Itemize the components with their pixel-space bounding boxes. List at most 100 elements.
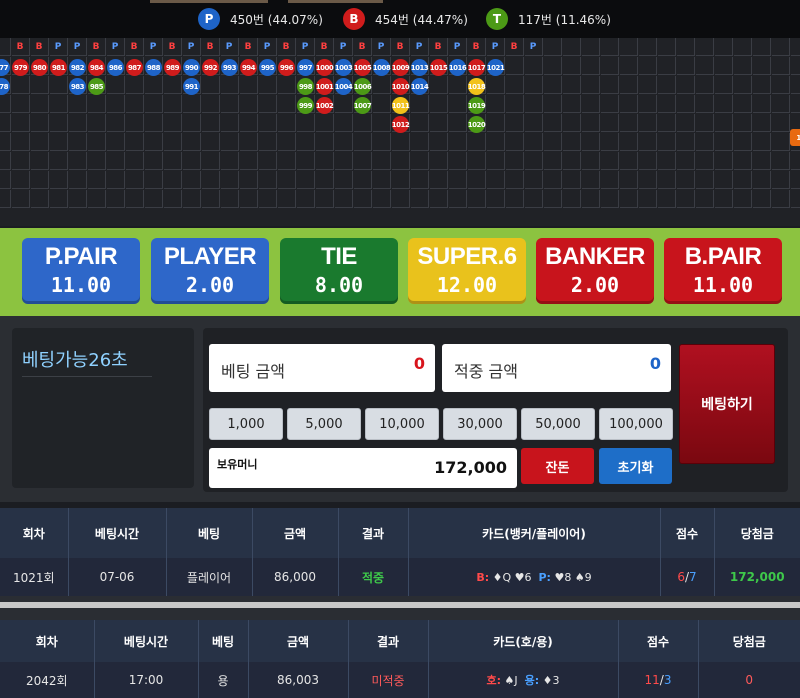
grid-cell [753, 133, 771, 151]
grid-cell [734, 38, 752, 56]
bet-super6-button[interactable]: SUPER.6 12.00 [408, 238, 526, 304]
grid-cell [658, 190, 676, 208]
grid-cell [563, 76, 581, 94]
grid-cell [259, 76, 277, 94]
grid-cell [145, 171, 163, 189]
dragon-score: 3 [663, 673, 672, 687]
grid-cell [69, 95, 87, 113]
col-result: 결과 [348, 620, 429, 662]
grid-cell [506, 171, 524, 189]
grid-cell [430, 114, 448, 132]
grid-cell [31, 171, 49, 189]
grid-cell [715, 190, 733, 208]
grid-cell [696, 38, 714, 56]
chip-10000-button[interactable]: 10,000 [365, 408, 439, 440]
grid-cell [12, 190, 30, 208]
grid-cell [753, 114, 771, 132]
reset-button[interactable]: 초기화 [599, 448, 672, 484]
grid-cell [525, 133, 543, 151]
grid-cell [12, 171, 30, 189]
section-divider [0, 596, 800, 620]
road-header-letter: P [73, 42, 81, 52]
grid-cell [601, 95, 619, 113]
grid-cell [430, 152, 448, 170]
grid-cell [620, 133, 638, 151]
bet-odds: 11.00 [692, 273, 754, 297]
grid-cell [639, 190, 657, 208]
bet-banker-button[interactable]: BANKER 2.00 [536, 238, 654, 304]
road-result-ball: 1011 [392, 97, 410, 114]
bet-p-pair-button[interactable]: P.PAIR 11.00 [22, 238, 140, 304]
grid-cell [487, 76, 505, 94]
banker-card-label: B: [476, 570, 490, 584]
grid-cell [715, 152, 733, 170]
grid-cell [373, 95, 391, 113]
grid-cell [753, 95, 771, 113]
grid-cell [468, 152, 486, 170]
col-amount: 금액 [248, 620, 349, 662]
banker-score: 6 [677, 570, 685, 584]
grid-cell [164, 171, 182, 189]
timer-divider [22, 376, 152, 377]
bet-player-button[interactable]: PLAYER 2.00 [151, 238, 269, 304]
score-cell: 11/3 [618, 662, 699, 698]
grid-cell [335, 114, 353, 132]
grid-cell [316, 114, 334, 132]
grid-cell [316, 190, 334, 208]
grid-cell [297, 133, 315, 151]
cards-cell: 호: ♠J 용: ♦3 [428, 662, 619, 698]
grid-cell [506, 76, 524, 94]
grid-cell [392, 171, 410, 189]
grid-cell [772, 152, 790, 170]
grid-cell [506, 114, 524, 132]
player-card-label: P: [538, 570, 551, 584]
grid-cell [525, 114, 543, 132]
grid-cell [259, 152, 277, 170]
grid-cell [487, 133, 505, 151]
grid-cell [563, 114, 581, 132]
grid-cell [487, 190, 505, 208]
chip-30000-button[interactable]: 30,000 [443, 408, 517, 440]
grid-cell [658, 133, 676, 151]
round-cell: 1021회 [0, 558, 69, 596]
grid-cell [164, 76, 182, 94]
grid-cell [107, 133, 125, 151]
grid-cell [164, 152, 182, 170]
grid-cell [430, 190, 448, 208]
grid-cell [734, 114, 752, 132]
place-bet-button[interactable]: 베팅하기 [679, 344, 775, 464]
tiger-card-label: 호: [486, 674, 501, 687]
tie-stat-text: 117번 (11.46%) [518, 12, 611, 27]
grid-cell [373, 152, 391, 170]
road-result-ball: 1010 [392, 78, 410, 95]
road-result-ball: 998 [297, 78, 314, 95]
chip-50000-button[interactable]: 50,000 [521, 408, 595, 440]
grid-cell [582, 133, 600, 151]
grid-cell [297, 152, 315, 170]
grid-cell [715, 95, 733, 113]
grid-cell [449, 76, 467, 94]
grid-cell [373, 76, 391, 94]
grid-cell [240, 76, 258, 94]
payout-cell: 172,000 [714, 558, 800, 596]
chip-5000-button[interactable]: 5,000 [287, 408, 361, 440]
grid-cell [506, 133, 524, 151]
grid-cell [753, 152, 771, 170]
bet-tie-button[interactable]: TIE 8.00 [280, 238, 398, 304]
grid-cell [525, 152, 543, 170]
grid-cell [335, 190, 353, 208]
road-result-ball: 1019 [468, 97, 486, 114]
change-button[interactable]: 잔돈 [521, 448, 594, 484]
grid-cell [164, 190, 182, 208]
grid-cell [582, 171, 600, 189]
payout-cell: 0 [698, 662, 800, 698]
bet-b-pair-button[interactable]: B.PAIR 11.00 [664, 238, 782, 304]
road-result-ball: 982 [69, 59, 86, 76]
chip-1000-button[interactable]: 1,000 [209, 408, 283, 440]
bet-cell: 플레이어 [166, 558, 253, 596]
bet-odds: 11.00 [50, 273, 112, 297]
chip-100000-button[interactable]: 100,000 [599, 408, 673, 440]
grid-cell [278, 171, 296, 189]
grid-cell [772, 95, 790, 113]
grid-cell [164, 95, 182, 113]
